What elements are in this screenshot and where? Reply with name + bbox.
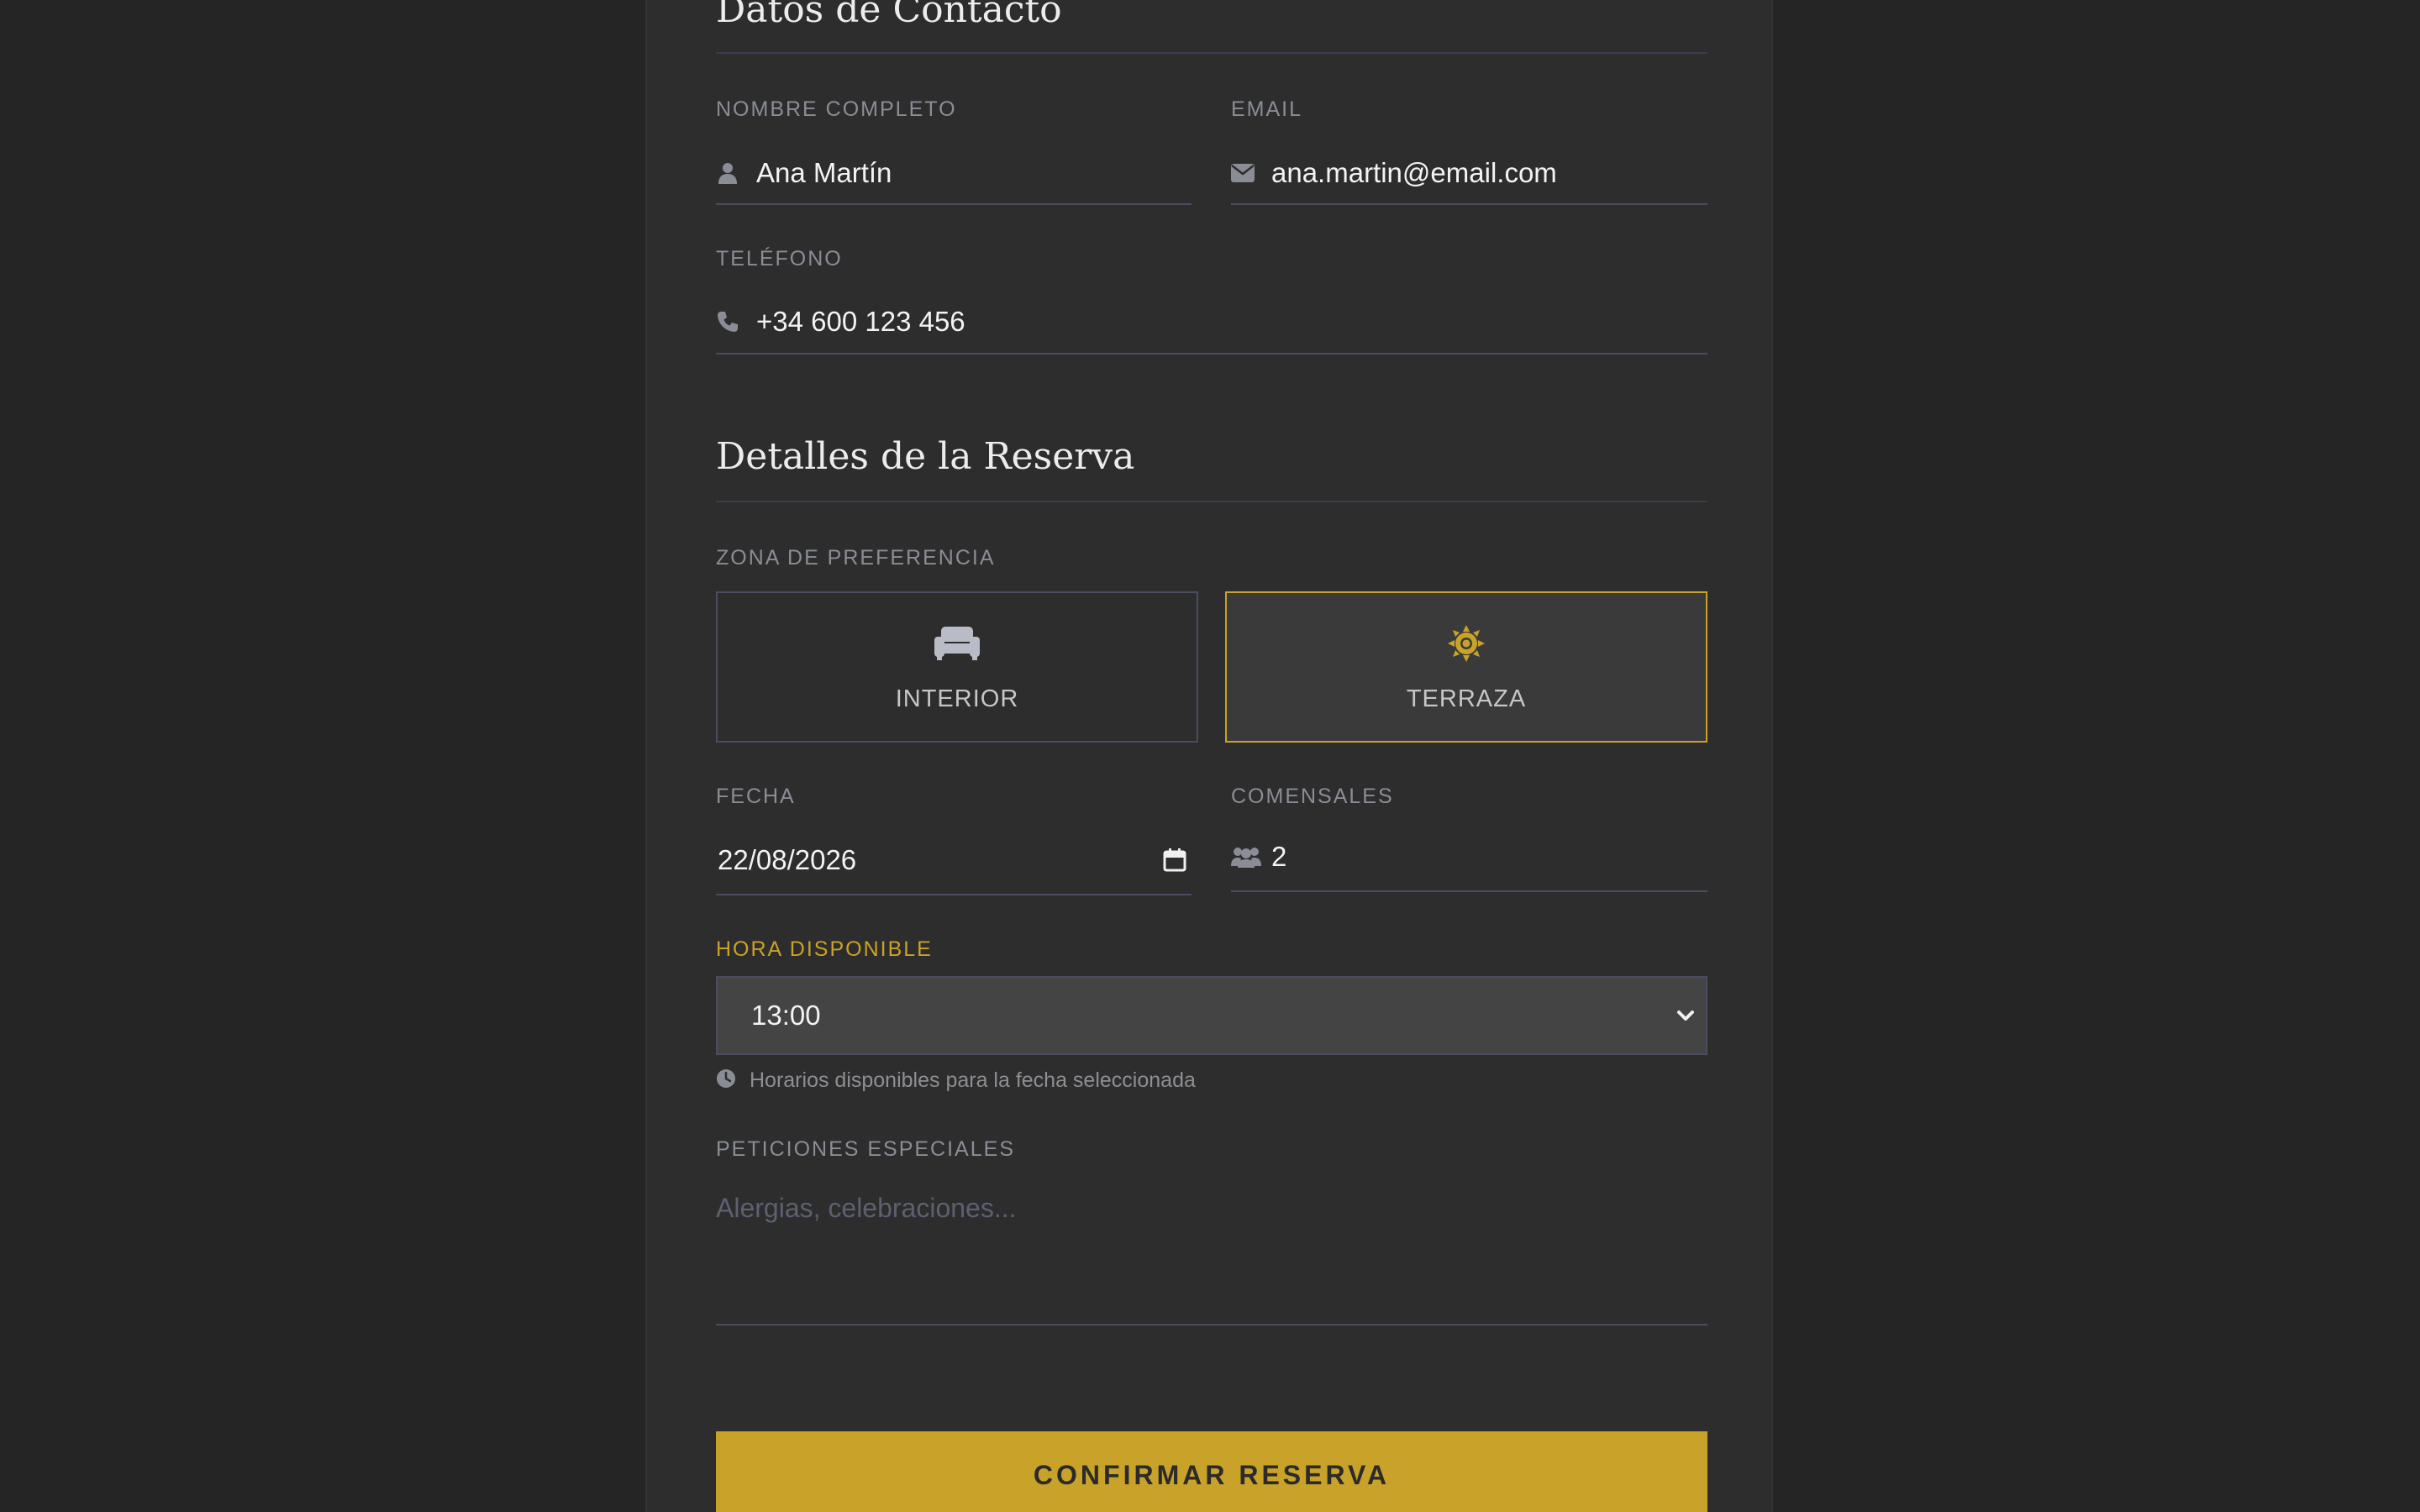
zone-terraza-label: TERRAZA	[1406, 685, 1527, 712]
zone-interior-label: INTERIOR	[895, 685, 1019, 712]
phone-icon	[716, 310, 739, 333]
time-hint: Horarios disponibles para la fecha selec…	[750, 1068, 1196, 1092]
couch-icon	[934, 625, 981, 662]
special-requests-textarea[interactable]: Alergias, celebraciones...	[716, 1188, 1707, 1326]
confirm-reservation-button[interactable]: CONFIRMAR RESERVA	[716, 1431, 1707, 1512]
phone-field[interactable]: +34 600 123 456	[716, 291, 1707, 354]
name-label: NOMBRE COMPLETO	[716, 97, 957, 121]
date-label: FECHA	[716, 785, 796, 808]
page: Datos de Contacto NOMBRE COMPLETO Ana Ma…	[0, 0, 2420, 1512]
contact-section-title: Datos de Contacto	[716, 0, 1062, 31]
envelope-icon	[1231, 161, 1255, 185]
requests-label: PETICIONES ESPECIALES	[716, 1137, 1015, 1161]
contact-section-divider	[716, 52, 1707, 54]
date-value: 22/08/2026	[718, 844, 857, 875]
time-select[interactable]: 13:00	[716, 976, 1707, 1055]
confirm-reservation-label: CONFIRMAR RESERVA	[1033, 1460, 1391, 1490]
date-field[interactable]: 22/08/2026	[716, 827, 1192, 895]
guests-label: COMENSALES	[1231, 785, 1394, 808]
clock-icon	[716, 1068, 738, 1090]
requests-placeholder: Alergias, celebraciones...	[716, 1193, 1017, 1223]
time-select-value: 13:00	[751, 1000, 821, 1031]
email-field[interactable]: ana.martin@email.com	[1231, 143, 1707, 205]
email-value: ana.martin@email.com	[1271, 157, 1557, 188]
guests-field[interactable]: 2	[1231, 823, 1707, 892]
email-label: EMAIL	[1231, 97, 1303, 121]
user-icon	[716, 161, 739, 185]
full-name-field[interactable]: Ana Martín	[716, 143, 1192, 205]
reservation-section-divider	[716, 501, 1707, 502]
phone-value: +34 600 123 456	[756, 306, 965, 337]
guests-value: 2	[1271, 841, 1287, 872]
reservation-section-title: Detalles de la Reserva	[716, 435, 1135, 478]
zone-option-terraza[interactable]: TERRAZA	[1225, 591, 1707, 743]
zone-option-interior[interactable]: INTERIOR	[716, 591, 1198, 743]
zone-label: ZONA DE PREFERENCIA	[716, 546, 996, 570]
calendar-icon[interactable]	[1163, 848, 1186, 872]
time-label: HORA DISPONIBLE	[716, 937, 933, 961]
phone-label: TELÉFONO	[716, 247, 843, 270]
full-name-value: Ana Martín	[756, 157, 892, 188]
chevron-down-icon	[1674, 1004, 1697, 1027]
users-icon	[1231, 845, 1261, 869]
sun-icon	[1443, 625, 1490, 662]
reservation-form-card: Datos de Contacto NOMBRE COMPLETO Ana Ma…	[645, 0, 1773, 1512]
